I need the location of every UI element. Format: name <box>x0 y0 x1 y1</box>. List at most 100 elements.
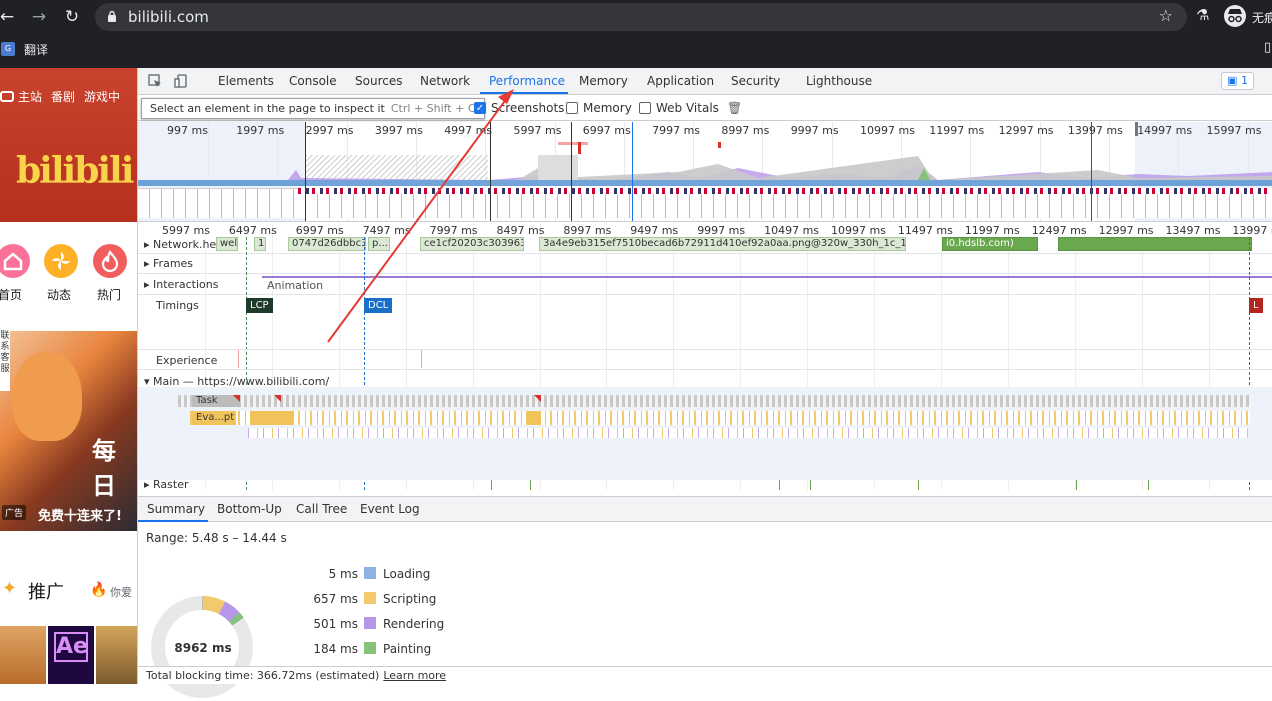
overview-tick-label: 10997 ms <box>860 124 915 137</box>
overview-tick-label: 15997 ms <box>1206 124 1262 137</box>
bilibili-logo[interactable]: bilibili <box>16 150 134 192</box>
timeline-overview[interactable]: 997 ms 1997 ms 2997 ms 3997 ms 4997 ms 5997 m… <box>138 122 1272 222</box>
back-arrow-icon[interactable]: ← <box>0 6 18 28</box>
selection-right-handle[interactable] <box>1135 122 1138 136</box>
raster-event[interactable] <box>779 480 780 490</box>
network-request[interactable]: 1 <box>254 237 266 251</box>
sub-call-row[interactable] <box>248 428 1248 438</box>
tab-event-log[interactable]: Event Log <box>360 502 420 516</box>
memory-label[interactable]: Memory <box>583 101 632 115</box>
flame-tick-label: 6497 ms <box>228 224 277 237</box>
tab-call-tree[interactable]: Call Tree <box>296 502 347 516</box>
animation-bar[interactable] <box>262 276 1272 278</box>
interactions-track-toggle[interactable]: ▸ Interactions <box>144 278 218 291</box>
flame-tick-label: 10997 ms <box>831 224 886 237</box>
promo-text[interactable]: 免费十连来了! <box>38 505 122 524</box>
nav-item-bangumi[interactable]: 番剧 <box>51 90 75 104</box>
tab-memory[interactable]: Memory <box>579 74 628 88</box>
web-vitals-checkbox[interactable] <box>639 102 651 114</box>
device-toolbar-icon[interactable] <box>174 74 188 88</box>
flame-icon[interactable] <box>93 244 127 278</box>
layout-shift-mark[interactable] <box>421 350 422 368</box>
raster-event[interactable] <box>1148 480 1149 490</box>
tab-sources[interactable]: Sources <box>355 74 402 88</box>
dcl-marker[interactable]: DCL <box>364 298 393 313</box>
total-blocking-time: Total blocking time: 366.72ms (estimated… <box>138 666 1272 684</box>
tab-lighthouse[interactable]: Lighthouse <box>806 74 872 88</box>
raster-track-toggle[interactable]: ▸ Raster <box>144 478 189 490</box>
google-translate-icon[interactable]: G <box>1 42 15 56</box>
nav-item-main[interactable]: 主站 <box>0 90 42 104</box>
raster-event[interactable] <box>810 480 811 490</box>
frames-track-toggle[interactable]: ▸ Frames <box>144 257 193 270</box>
script-row[interactable] <box>190 411 1250 425</box>
tab-network[interactable]: Network <box>420 74 470 88</box>
selection-left-handle[interactable] <box>305 122 306 221</box>
raster-event[interactable] <box>1076 480 1077 490</box>
memory-checkbox[interactable] <box>566 102 578 114</box>
url-text[interactable]: bilibili.com <box>128 8 209 26</box>
home-icon[interactable] <box>0 244 30 278</box>
nav-item-game[interactable]: 游戏中 <box>84 90 120 104</box>
network-request[interactable]: ce1cf20203c303963 <box>420 237 524 251</box>
flame-tick-label: 9497 ms <box>630 224 679 237</box>
evaluate-script-block[interactable] <box>527 411 541 425</box>
video-thumbnail[interactable] <box>0 626 46 684</box>
layout-shift-mark[interactable] <box>238 350 239 368</box>
tab-bottom-up[interactable]: Bottom-Up <box>217 502 282 516</box>
long-task-marker <box>233 395 240 402</box>
inspect-element-icon[interactable] <box>148 74 162 88</box>
network-request[interactable]: 0747d26dbbc3 <box>288 237 366 251</box>
issues-button[interactable]: ▣ 1 <box>1221 72 1254 90</box>
lcp-marker[interactable]: LCP <box>246 298 273 313</box>
category-label-dynamic[interactable]: 动态 <box>47 286 71 303</box>
video-thumbnail[interactable]: Ae <box>48 626 94 684</box>
network-request[interactable]: wel <box>216 237 238 251</box>
lock-icon <box>108 10 116 22</box>
network-request[interactable]: p... <box>368 237 390 251</box>
raster-event[interactable] <box>918 480 919 490</box>
tab-performance[interactable]: Performance <box>489 74 565 88</box>
trash-icon[interactable]: 🗑 <box>727 101 742 115</box>
raster-event[interactable] <box>491 480 492 490</box>
network-track-toggle[interactable]: ▸ Network.he <box>144 238 216 251</box>
screenshots-checkbox[interactable]: ✓ <box>474 102 486 114</box>
reload-icon[interactable]: ↻ <box>61 6 83 28</box>
learn-more-link[interactable]: Learn more <box>383 669 446 682</box>
flask-icon[interactable]: ⚗ <box>1196 6 1209 24</box>
network-request-bar[interactable] <box>1058 237 1252 251</box>
category-label-home[interactable]: 首页 <box>0 286 22 303</box>
category-label-hot[interactable]: 热门 <box>97 286 121 303</box>
pinwheel-icon[interactable] <box>44 244 78 278</box>
incognito-icon[interactable] <box>1224 5 1246 27</box>
painting-label: Painting <box>383 642 432 656</box>
hot-label[interactable]: 你爱 <box>110 584 132 600</box>
interactions-track-label: Interactions <box>153 278 219 291</box>
network-request[interactable]: i0.hdslb.com) <box>942 237 1038 251</box>
flame-chart[interactable]: 5997 ms 6497 ms 6997 ms 7497 ms 7997 ms 8497 … <box>138 223 1272 490</box>
tab-security[interactable]: Security <box>731 74 780 88</box>
network-request[interactable]: 3a4e9eb315ef7510becad6b72911d410ef92a0aa… <box>539 237 906 251</box>
load-marker[interactable]: L <box>1249 298 1263 313</box>
fire-icon: 🔥 <box>90 582 108 598</box>
tab-elements[interactable]: Elements <box>218 74 274 88</box>
tab-console[interactable]: Console <box>289 74 337 88</box>
profile-label[interactable]: 无痕 <box>1252 9 1272 26</box>
task-row[interactable] <box>178 395 1252 407</box>
flame-tick-label: 11497 ms <box>897 224 953 237</box>
customer-service-tab[interactable]: 联系客服 <box>0 331 10 391</box>
raster-event[interactable] <box>530 480 531 490</box>
bookmark-translate[interactable]: 翻译 <box>24 41 48 58</box>
promo-banner[interactable]: 联系客服 每日 广告 免费十连来了! <box>0 331 137 531</box>
forward-arrow-icon[interactable]: → <box>28 6 50 28</box>
web-vitals-label[interactable]: Web Vitals <box>656 101 719 115</box>
address-bar[interactable]: bilibili.com ☆ <box>95 3 1187 31</box>
evaluate-script-block[interactable] <box>250 411 294 425</box>
bookmark-menu-icon[interactable]: ▯ <box>1264 40 1271 55</box>
tab-summary[interactable]: Summary <box>147 502 205 516</box>
screenshots-label[interactable]: Screenshots <box>491 101 564 115</box>
tab-application[interactable]: Application <box>647 74 714 88</box>
video-thumbnail[interactable] <box>96 626 137 684</box>
star-icon[interactable]: ☆ <box>1159 6 1173 25</box>
evaluate-script-block[interactable]: Eva...pt <box>192 411 236 425</box>
